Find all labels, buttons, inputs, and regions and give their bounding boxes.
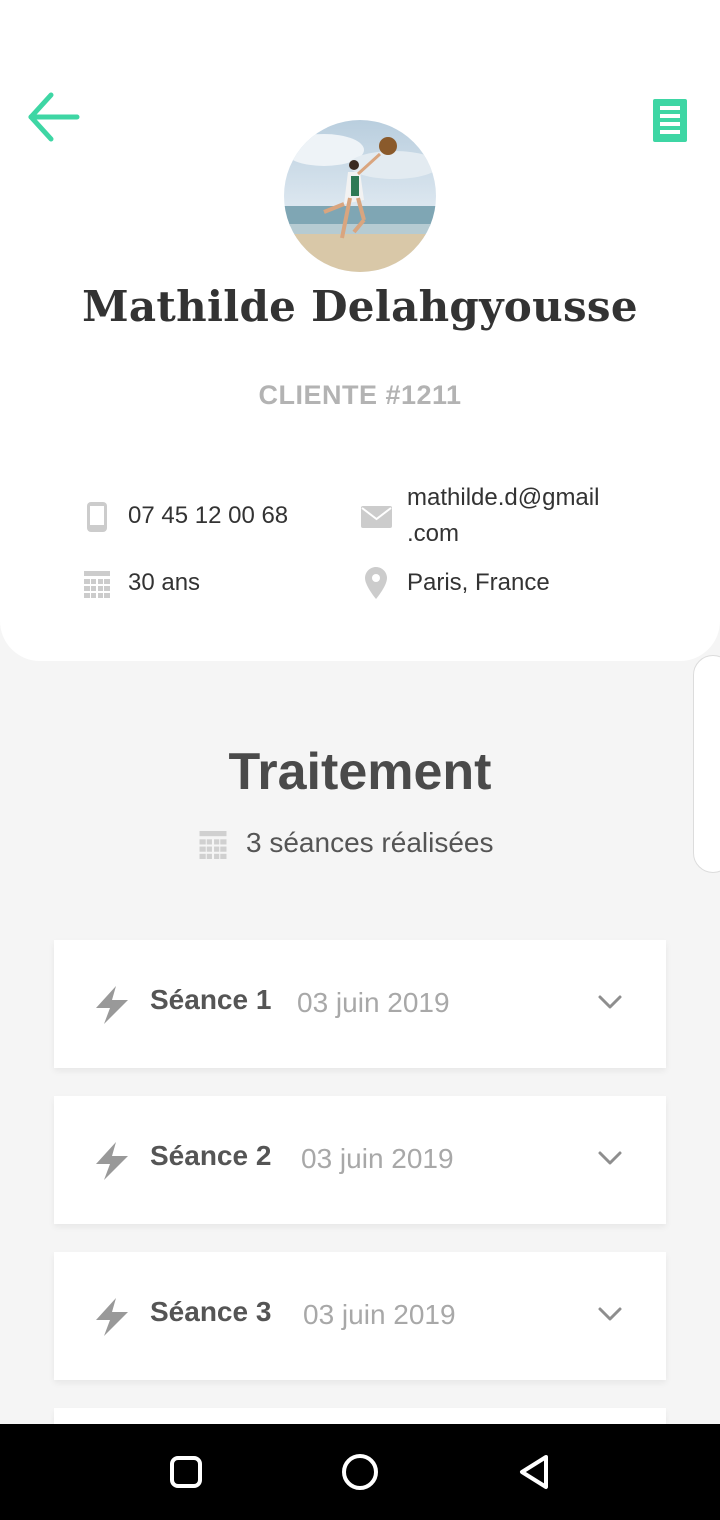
circle-icon[interactable] — [341, 1453, 379, 1491]
session-label: Séance 1 — [150, 984, 272, 1015]
document-menu-button[interactable] — [653, 99, 687, 142]
phone-icon — [87, 502, 107, 532]
sessions-count: 3 séances réalisées — [246, 827, 494, 858]
avatar-photo — [284, 120, 436, 272]
system-nav-bar — [0, 1424, 720, 1520]
client-name: Mathilde Delahgyousse — [82, 282, 638, 331]
chevron-down-icon[interactable] — [596, 992, 624, 1012]
email-line-1[interactable]: mathilde.d@gmail — [407, 480, 599, 516]
back-button[interactable] — [26, 90, 82, 146]
chevron-down-icon[interactable] — [596, 1148, 624, 1168]
client-location: Paris, France — [407, 569, 550, 596]
session-card-1[interactable]: Séance 1 03 juin 2019 — [54, 940, 666, 1068]
session-date: 03 juin 2019 — [303, 1299, 456, 1330]
location-pin-icon — [365, 567, 387, 599]
square-icon[interactable] — [169, 1455, 203, 1489]
treatment-title: Traitement — [228, 743, 492, 801]
session-date: 03 juin 2019 — [301, 1143, 454, 1174]
session-card-2[interactable]: Séance 2 03 juin 2019 — [54, 1096, 666, 1224]
calendar-icon — [199, 831, 227, 859]
calendar-icon — [84, 571, 110, 598]
avatar[interactable] — [284, 120, 436, 272]
email-line-2[interactable]: .com — [407, 516, 459, 552]
arrow-left-icon — [28, 92, 80, 142]
lightning-icon — [96, 1142, 128, 1180]
document-list-line — [660, 130, 680, 134]
session-date: 03 juin 2019 — [297, 987, 450, 1018]
chevron-down-icon[interactable] — [596, 1304, 624, 1324]
lightning-icon — [96, 986, 128, 1024]
triangle-back-icon[interactable] — [516, 1453, 552, 1491]
profile-card: Mathilde Delahgyousse CLIENTE #1211 07 4… — [0, 0, 720, 661]
document-list-line — [660, 122, 680, 126]
lightning-icon — [96, 1298, 128, 1336]
document-list-line — [660, 114, 680, 118]
session-label: Séance 2 — [150, 1140, 272, 1171]
session-card-3[interactable]: Séance 3 03 juin 2019 — [54, 1252, 666, 1380]
email-icon — [361, 506, 392, 528]
session-card-partial[interactable] — [54, 1408, 666, 1424]
client-id: CLIENTE #1211 — [258, 380, 462, 410]
session-label: Séance 3 — [150, 1296, 272, 1327]
client-age: 30 ans — [128, 569, 201, 596]
phone-number[interactable]: 07 45 12 00 68 — [128, 498, 288, 534]
document-list-icon — [660, 106, 680, 110]
